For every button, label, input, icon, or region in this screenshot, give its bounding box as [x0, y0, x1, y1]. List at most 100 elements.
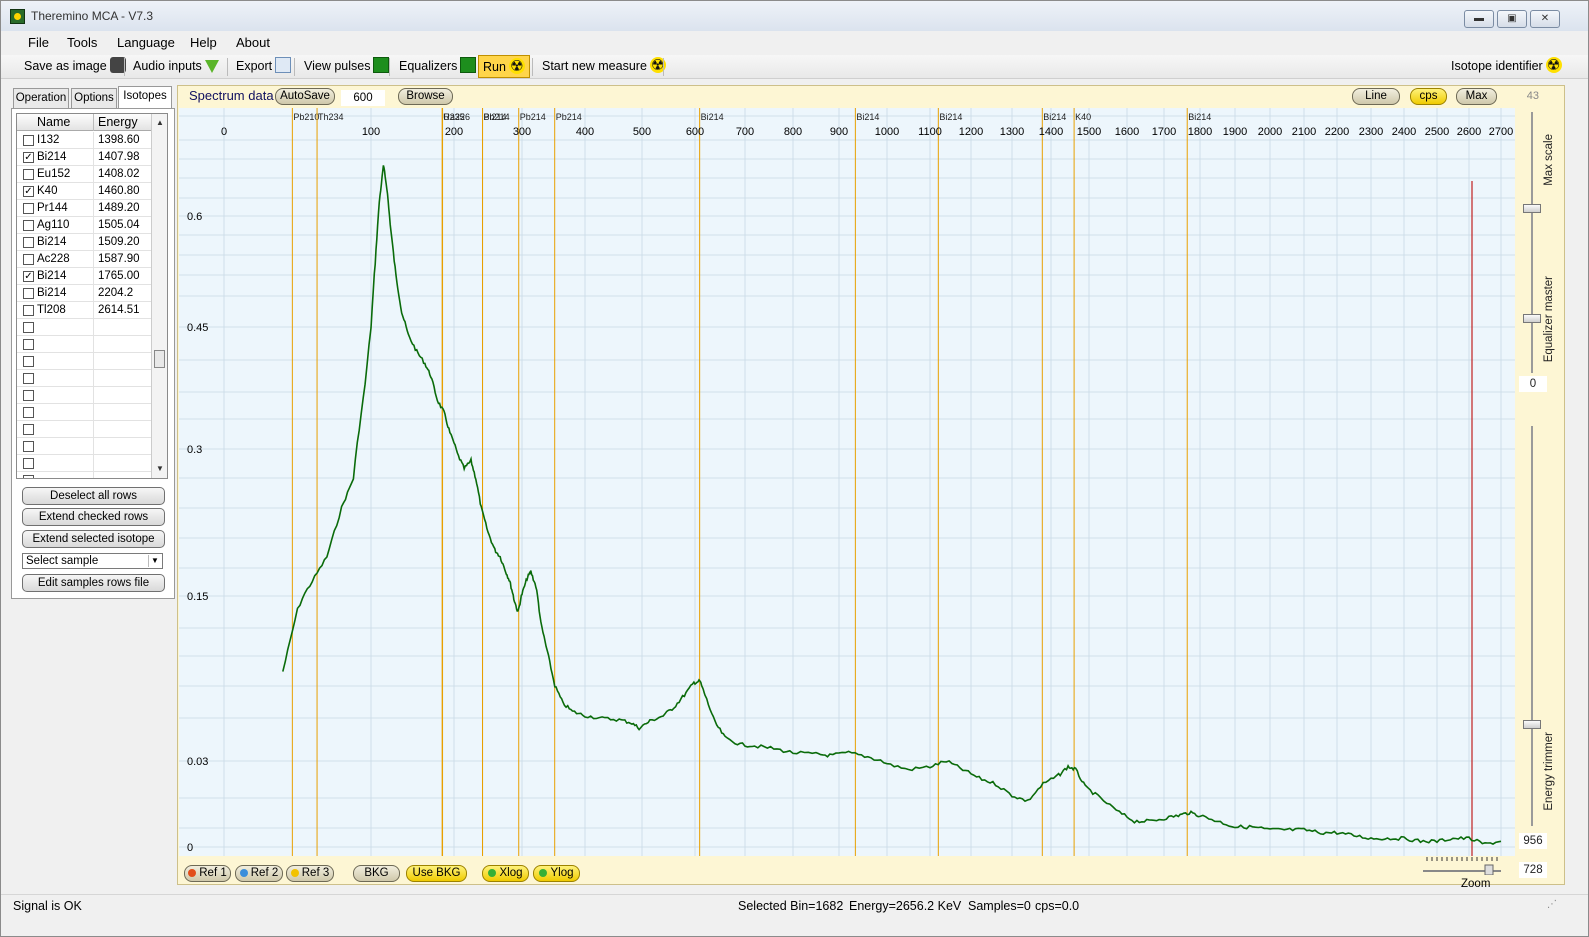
scroll-down-icon[interactable]: ▼ — [156, 464, 164, 473]
minimize-button[interactable]: ▬ — [1464, 10, 1494, 28]
equalizers-button[interactable]: Equalizers — [395, 55, 480, 78]
isotope-identifier-button[interactable]: Isotope identifier — [1447, 54, 1566, 78]
maximize-button[interactable]: ▣ — [1497, 10, 1527, 28]
isotope-row[interactable] — [17, 387, 151, 404]
energy-trimmer-value[interactable]: 956 — [1519, 833, 1547, 849]
row-checkbox[interactable] — [23, 356, 34, 367]
xlog-button[interactable]: Xlog — [482, 865, 529, 882]
isotope-row[interactable]: Eu152 1408.02 — [17, 166, 151, 183]
isotope-row[interactable]: Ag110 1505.04 — [17, 217, 151, 234]
ref2-button[interactable]: Ref 2 — [235, 865, 283, 882]
row-checkbox[interactable] — [23, 458, 34, 469]
tab-operation[interactable]: Operation — [13, 88, 69, 108]
run-button[interactable]: Run — [478, 55, 530, 78]
row-checkbox[interactable] — [23, 305, 34, 316]
cps-button[interactable]: cps — [1410, 88, 1447, 105]
row-checkbox[interactable] — [23, 390, 34, 401]
ref1-button[interactable]: Ref 1 — [184, 865, 231, 882]
row-checkbox[interactable] — [23, 169, 34, 180]
menu-about[interactable]: About — [236, 35, 270, 50]
equalizer-value[interactable]: 0 — [1519, 376, 1547, 392]
view-pulses-button[interactable]: View pulses — [300, 55, 393, 78]
isotope-row[interactable]: ✓ Bi214 1765.00 — [17, 268, 151, 285]
isotope-row[interactable]: ✓ Bi214 1407.98 — [17, 149, 151, 166]
equalizer-icon — [460, 57, 477, 73]
zoom-thumb[interactable] — [1484, 864, 1494, 876]
deselect-all-button[interactable]: Deselect all rows — [22, 487, 165, 505]
zoom-slider[interactable] — [1421, 853, 1511, 876]
isotope-row[interactable] — [17, 404, 151, 421]
resize-grip-icon[interactable]: ⋰ — [1547, 899, 1557, 910]
use-bkg-button[interactable]: Use BKG — [406, 865, 467, 882]
column-energy-header[interactable]: Energy — [98, 115, 138, 129]
max-scale-thumb[interactable] — [1523, 204, 1541, 213]
spectrum-plot[interactable]: Pb210Th234 U235Ra226 Bi214Pb214 Pb214 Pb214 B… — [179, 108, 1515, 856]
max-button[interactable]: Max — [1456, 88, 1497, 105]
isotope-row[interactable]: Ac228 1587.90 — [17, 251, 151, 268]
panel-tabs: Operation Options Isotopes — [11, 86, 175, 108]
isotope-row[interactable]: Tl208 2614.51 — [17, 302, 151, 319]
isotope-row[interactable] — [17, 421, 151, 438]
zoom-value[interactable]: 728 — [1519, 862, 1547, 878]
zoom-control[interactable]: Zoom — [1421, 853, 1511, 891]
extend-selected-button[interactable]: Extend selected isotope — [22, 530, 165, 548]
row-checkbox[interactable] — [23, 135, 34, 146]
row-checkbox[interactable] — [23, 237, 34, 248]
tab-options[interactable]: Options — [71, 88, 117, 108]
ref3-button[interactable]: Ref 3 — [286, 865, 334, 882]
equalizer-master-thumb[interactable] — [1523, 314, 1541, 323]
menu-help[interactable]: Help — [190, 35, 217, 50]
isotope-row[interactable] — [17, 319, 151, 336]
export-button[interactable]: Export — [232, 55, 295, 78]
isotope-row[interactable] — [17, 336, 151, 353]
line-button[interactable]: Line — [1352, 88, 1400, 105]
isotope-row[interactable] — [17, 455, 151, 472]
audio-inputs-button[interactable]: Audio inputs — [129, 55, 223, 78]
isotope-row[interactable]: Pr144 1489.20 — [17, 200, 151, 217]
scroll-up-icon[interactable]: ▲ — [156, 118, 164, 127]
ylog-button[interactable]: Ylog — [533, 865, 580, 882]
row-checkbox[interactable] — [23, 203, 34, 214]
row-checkbox[interactable]: ✓ — [23, 152, 34, 163]
row-checkbox[interactable] — [23, 254, 34, 265]
row-checkbox[interactable] — [23, 441, 34, 452]
isotope-row[interactable]: I132 1398.60 — [17, 132, 151, 149]
close-button[interactable]: ✕ — [1530, 10, 1560, 28]
isotope-row[interactable] — [17, 472, 151, 478]
energy-trimmer-thumb[interactable] — [1523, 720, 1541, 729]
row-checkbox[interactable] — [23, 322, 34, 333]
energy-trimmer-track[interactable] — [1531, 426, 1533, 826]
extend-checked-button[interactable]: Extend checked rows — [22, 508, 165, 526]
edit-samples-button[interactable]: Edit samples rows file — [22, 574, 165, 592]
save-image-button[interactable]: Save as image — [20, 55, 130, 78]
row-checkbox[interactable] — [23, 373, 34, 384]
autosave-button[interactable]: AutoSave — [275, 88, 335, 105]
row-checkbox[interactable] — [23, 339, 34, 350]
row-checkbox[interactable]: ✓ — [23, 186, 34, 197]
browse-button[interactable]: Browse — [398, 88, 453, 105]
menu-language[interactable]: Language — [117, 35, 175, 50]
menu-tools[interactable]: Tools — [67, 35, 97, 50]
row-checkbox[interactable] — [23, 220, 34, 231]
isotope-row[interactable] — [17, 370, 151, 387]
column-name-header[interactable]: Name — [37, 115, 70, 129]
isotope-row[interactable]: Bi214 1509.20 — [17, 234, 151, 251]
row-checkbox[interactable]: ✓ — [23, 271, 34, 282]
tab-isotopes[interactable]: Isotopes — [118, 86, 172, 108]
start-new-measure-button[interactable]: Start new measure — [538, 54, 670, 78]
select-sample-dropdown[interactable]: Select sample ▼ — [22, 553, 163, 569]
menu-file[interactable]: File — [28, 35, 49, 50]
row-checkbox[interactable] — [23, 424, 34, 435]
row-checkbox[interactable] — [23, 475, 34, 478]
isotope-row[interactable] — [17, 438, 151, 455]
grid-scrollbar[interactable]: ▲ ▼ — [151, 114, 167, 478]
isotope-row[interactable]: Bi214 2204.2 — [17, 285, 151, 302]
scroll-thumb[interactable] — [154, 350, 165, 368]
isotope-row[interactable] — [17, 353, 151, 370]
column-divider — [93, 251, 94, 268]
autosave-interval-field[interactable]: 600 — [341, 90, 385, 106]
row-checkbox[interactable] — [23, 407, 34, 418]
isotope-row[interactable]: ✓ K40 1460.80 — [17, 183, 151, 200]
row-checkbox[interactable] — [23, 288, 34, 299]
bkg-button[interactable]: BKG — [353, 865, 400, 882]
